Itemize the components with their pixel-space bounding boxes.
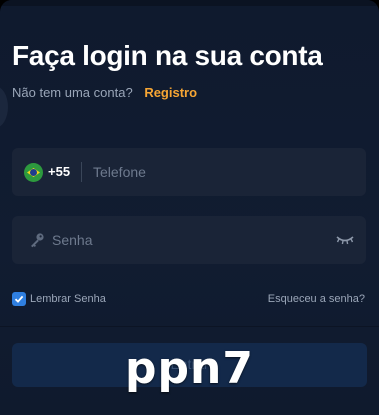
register-prompt: Não tem uma conta? Registro — [12, 85, 197, 100]
remember-checkbox[interactable] — [12, 292, 26, 306]
phone-field[interactable]: +55 Telefone — [12, 148, 366, 196]
password-input[interactable]: Senha — [52, 232, 92, 248]
watermark-logo: ppn7 — [125, 343, 254, 394]
login-panel: Faça login na sua conta Não tem uma cont… — [0, 0, 379, 415]
field-separator — [81, 162, 82, 182]
page-title: Faça login na sua conta — [12, 40, 323, 71]
remember-password[interactable]: Lembrar Senha — [12, 292, 106, 306]
phone-input[interactable]: Telefone — [93, 164, 146, 180]
panel-top-edge — [0, 0, 379, 6]
eye-closed-icon[interactable] — [336, 234, 354, 246]
section-divider — [0, 326, 379, 327]
no-account-text: Não tem uma conta? — [12, 85, 133, 100]
password-field[interactable]: Senha — [12, 216, 366, 264]
brazil-flag-icon[interactable] — [24, 163, 43, 182]
key-icon — [31, 233, 44, 248]
forgot-password-link[interactable]: Esqueceu a senha? — [268, 293, 365, 305]
register-link[interactable]: Registro — [144, 85, 197, 100]
carousel-edge-handle — [0, 86, 8, 128]
country-code[interactable]: +55 — [48, 164, 70, 179]
remember-label: Lembrar Senha — [30, 293, 106, 305]
check-icon — [14, 295, 24, 303]
